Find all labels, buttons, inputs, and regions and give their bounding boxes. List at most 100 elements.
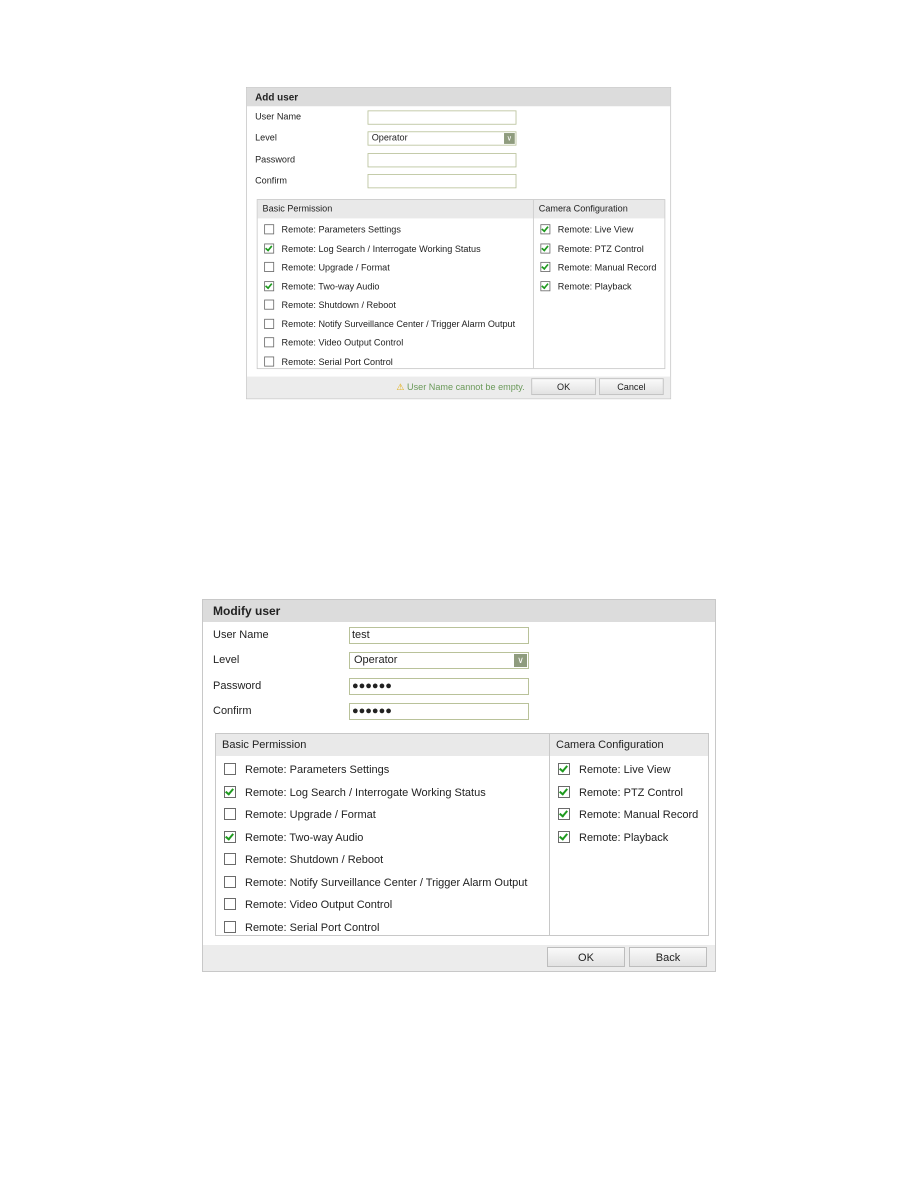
- checkbox-unchecked-icon[interactable]: [264, 261, 275, 272]
- validation-warning: ⚠ User Name cannot be empty.: [396, 382, 525, 393]
- permission-checkbox-row[interactable]: Remote: PTZ Control: [540, 243, 644, 254]
- checkbox-checked-icon[interactable]: [540, 280, 551, 291]
- checkbox-unchecked-icon[interactable]: [224, 853, 236, 865]
- permission-label: Remote: Shutdown / Reboot: [245, 854, 384, 866]
- back-button[interactable]: Back: [629, 947, 707, 967]
- permission-checkbox-row[interactable]: Remote: Shutdown / Reboot: [224, 853, 383, 866]
- basic-permission-header: Basic Permission: [216, 734, 549, 756]
- permission-checkbox-row[interactable]: Remote: Live View: [558, 763, 671, 776]
- permission-label: Remote: Playback: [557, 281, 632, 292]
- level-label: Level: [255, 133, 277, 144]
- add-user-dialog: Add user User Name Level Operator ∨ Password C…: [246, 87, 672, 400]
- permission-checkbox-row[interactable]: Remote: Notify Surveillance Center / Tri…: [224, 875, 528, 889]
- permission-checkbox-row[interactable]: Remote: Parameters Settings: [264, 224, 401, 235]
- confirm-input[interactable]: ●●●●●●: [349, 703, 529, 720]
- permission-checkbox-row[interactable]: Remote: Upgrade / Format: [224, 808, 376, 821]
- password-input[interactable]: ●●●●●●: [349, 678, 529, 695]
- permission-label: Remote: Playback: [579, 831, 669, 844]
- dialog-footer: OK Back: [203, 945, 715, 971]
- chevron-down-icon[interactable]: ∨: [504, 133, 515, 144]
- camera-configuration-header: Camera Configuration: [533, 199, 665, 219]
- permission-checkbox-row[interactable]: Remote: Manual Record: [540, 261, 656, 273]
- permission-checkbox-row[interactable]: Remote: Shutdown / Reboot: [264, 299, 396, 310]
- checkbox-checked-icon[interactable]: [224, 830, 236, 843]
- checkbox-checked-icon[interactable]: [224, 785, 236, 798]
- modify-user-dialog: Modify user User Name test Level Operator ∨ Pa…: [202, 599, 716, 972]
- permission-checkbox-row[interactable]: Remote: Manual Record: [558, 808, 698, 821]
- permission-checkbox-row[interactable]: Remote: Parameters Settings: [224, 763, 389, 776]
- password-input[interactable]: [367, 153, 517, 168]
- checkbox-checked-icon[interactable]: [558, 808, 570, 820]
- level-value: Operator: [371, 133, 408, 144]
- dialog-title: Add user: [246, 87, 671, 107]
- cancel-button[interactable]: Cancel: [599, 378, 664, 396]
- ok-button[interactable]: OK: [547, 947, 625, 967]
- checkbox-checked-icon[interactable]: [264, 243, 275, 254]
- permission-label: Remote: Notify Surveillance Center / Tri…: [245, 876, 528, 889]
- permission-checkbox-row[interactable]: Remote: Video Output Control: [264, 337, 403, 348]
- permission-label: Remote: PTZ Control: [557, 243, 644, 254]
- permission-checkbox-row[interactable]: Remote: Notify Surveillance Center / Tri…: [264, 318, 515, 329]
- level-select[interactable]: Operator ∨: [367, 131, 517, 146]
- checkbox-unchecked-icon[interactable]: [264, 224, 275, 235]
- checkbox-unchecked-icon[interactable]: [224, 875, 236, 888]
- permission-label: Remote: Upgrade / Format: [245, 809, 376, 821]
- checkbox-unchecked-icon[interactable]: [264, 299, 275, 310]
- user-name-value: test: [352, 629, 370, 641]
- permission-label: Remote: Parameters Settings: [245, 764, 390, 776]
- checkbox-unchecked-icon[interactable]: [224, 898, 236, 910]
- level-value: Operator: [354, 654, 398, 666]
- permission-label: Remote: Live View: [579, 764, 671, 776]
- level-label: Level: [213, 654, 240, 666]
- confirm-input[interactable]: [367, 174, 517, 189]
- permission-checkbox-row[interactable]: Remote: Log Search / Interrogate Working…: [224, 785, 486, 799]
- checkbox-checked-icon[interactable]: [540, 243, 551, 254]
- permission-checkbox-row[interactable]: Remote: Two-way Audio: [224, 830, 363, 844]
- column-divider: [549, 734, 550, 935]
- checkbox-checked-icon[interactable]: [540, 261, 551, 272]
- permission-label: Remote: Serial Port Control: [281, 356, 393, 367]
- user-name-input[interactable]: [367, 110, 517, 125]
- permission-label: Remote: Parameters Settings: [281, 225, 401, 236]
- permission-panel: Basic Permission Camera Configuration Remo…: [215, 733, 709, 936]
- checkbox-unchecked-icon[interactable]: [264, 318, 275, 329]
- permission-checkbox-row[interactable]: Remote: Playback: [540, 280, 632, 292]
- dialog-title: Modify user: [203, 600, 715, 622]
- permission-label: Remote: PTZ Control: [579, 786, 683, 799]
- permission-checkbox-row[interactable]: Remote: Serial Port Control: [264, 356, 393, 367]
- warning-text: User Name cannot be empty.: [407, 382, 525, 393]
- permission-checkbox-row[interactable]: Remote: Serial Port Control: [224, 920, 380, 934]
- permission-label: Remote: Log Search / Interrogate Working…: [245, 786, 486, 799]
- permission-checkbox-row[interactable]: Remote: Video Output Control: [224, 898, 392, 911]
- checkbox-checked-icon[interactable]: [540, 224, 551, 235]
- permission-checkbox-row[interactable]: Remote: Two-way Audio: [264, 280, 380, 292]
- permission-label: Remote: Serial Port Control: [245, 921, 380, 934]
- permission-label: Remote: Two-way Audio: [281, 281, 380, 292]
- permission-panel: Basic Permission Camera Configuration Remo…: [256, 199, 666, 370]
- warning-icon: ⚠: [396, 382, 405, 393]
- column-divider: [532, 199, 534, 369]
- checkbox-checked-icon[interactable]: [264, 280, 275, 291]
- permission-checkbox-row[interactable]: Remote: Live View: [540, 224, 633, 235]
- checkbox-unchecked-icon[interactable]: [224, 763, 236, 775]
- permission-checkbox-row[interactable]: Remote: Log Search / Interrogate Working…: [264, 243, 481, 254]
- checkbox-unchecked-icon[interactable]: [224, 808, 236, 820]
- basic-permission-header: Basic Permission: [257, 199, 533, 219]
- level-select[interactable]: Operator ∨: [349, 652, 529, 669]
- user-name-input[interactable]: test: [349, 627, 529, 644]
- permission-checkbox-row[interactable]: Remote: Upgrade / Format: [264, 261, 390, 273]
- checkbox-checked-icon[interactable]: [558, 830, 570, 843]
- checkbox-checked-icon[interactable]: [558, 763, 570, 775]
- permission-checkbox-row[interactable]: Remote: Playback: [558, 830, 669, 844]
- password-label: Password: [213, 680, 262, 692]
- confirm-value: ●●●●●●: [352, 705, 392, 717]
- permission-label: Remote: Upgrade / Format: [281, 262, 390, 273]
- checkbox-checked-icon[interactable]: [558, 785, 570, 798]
- checkbox-unchecked-icon[interactable]: [224, 920, 236, 933]
- ok-button[interactable]: OK: [531, 378, 596, 396]
- chevron-down-icon[interactable]: ∨: [514, 654, 527, 667]
- user-name-label: User Name: [255, 112, 302, 123]
- checkbox-unchecked-icon[interactable]: [264, 337, 275, 348]
- checkbox-unchecked-icon[interactable]: [264, 356, 275, 367]
- permission-checkbox-row[interactable]: Remote: PTZ Control: [558, 785, 683, 799]
